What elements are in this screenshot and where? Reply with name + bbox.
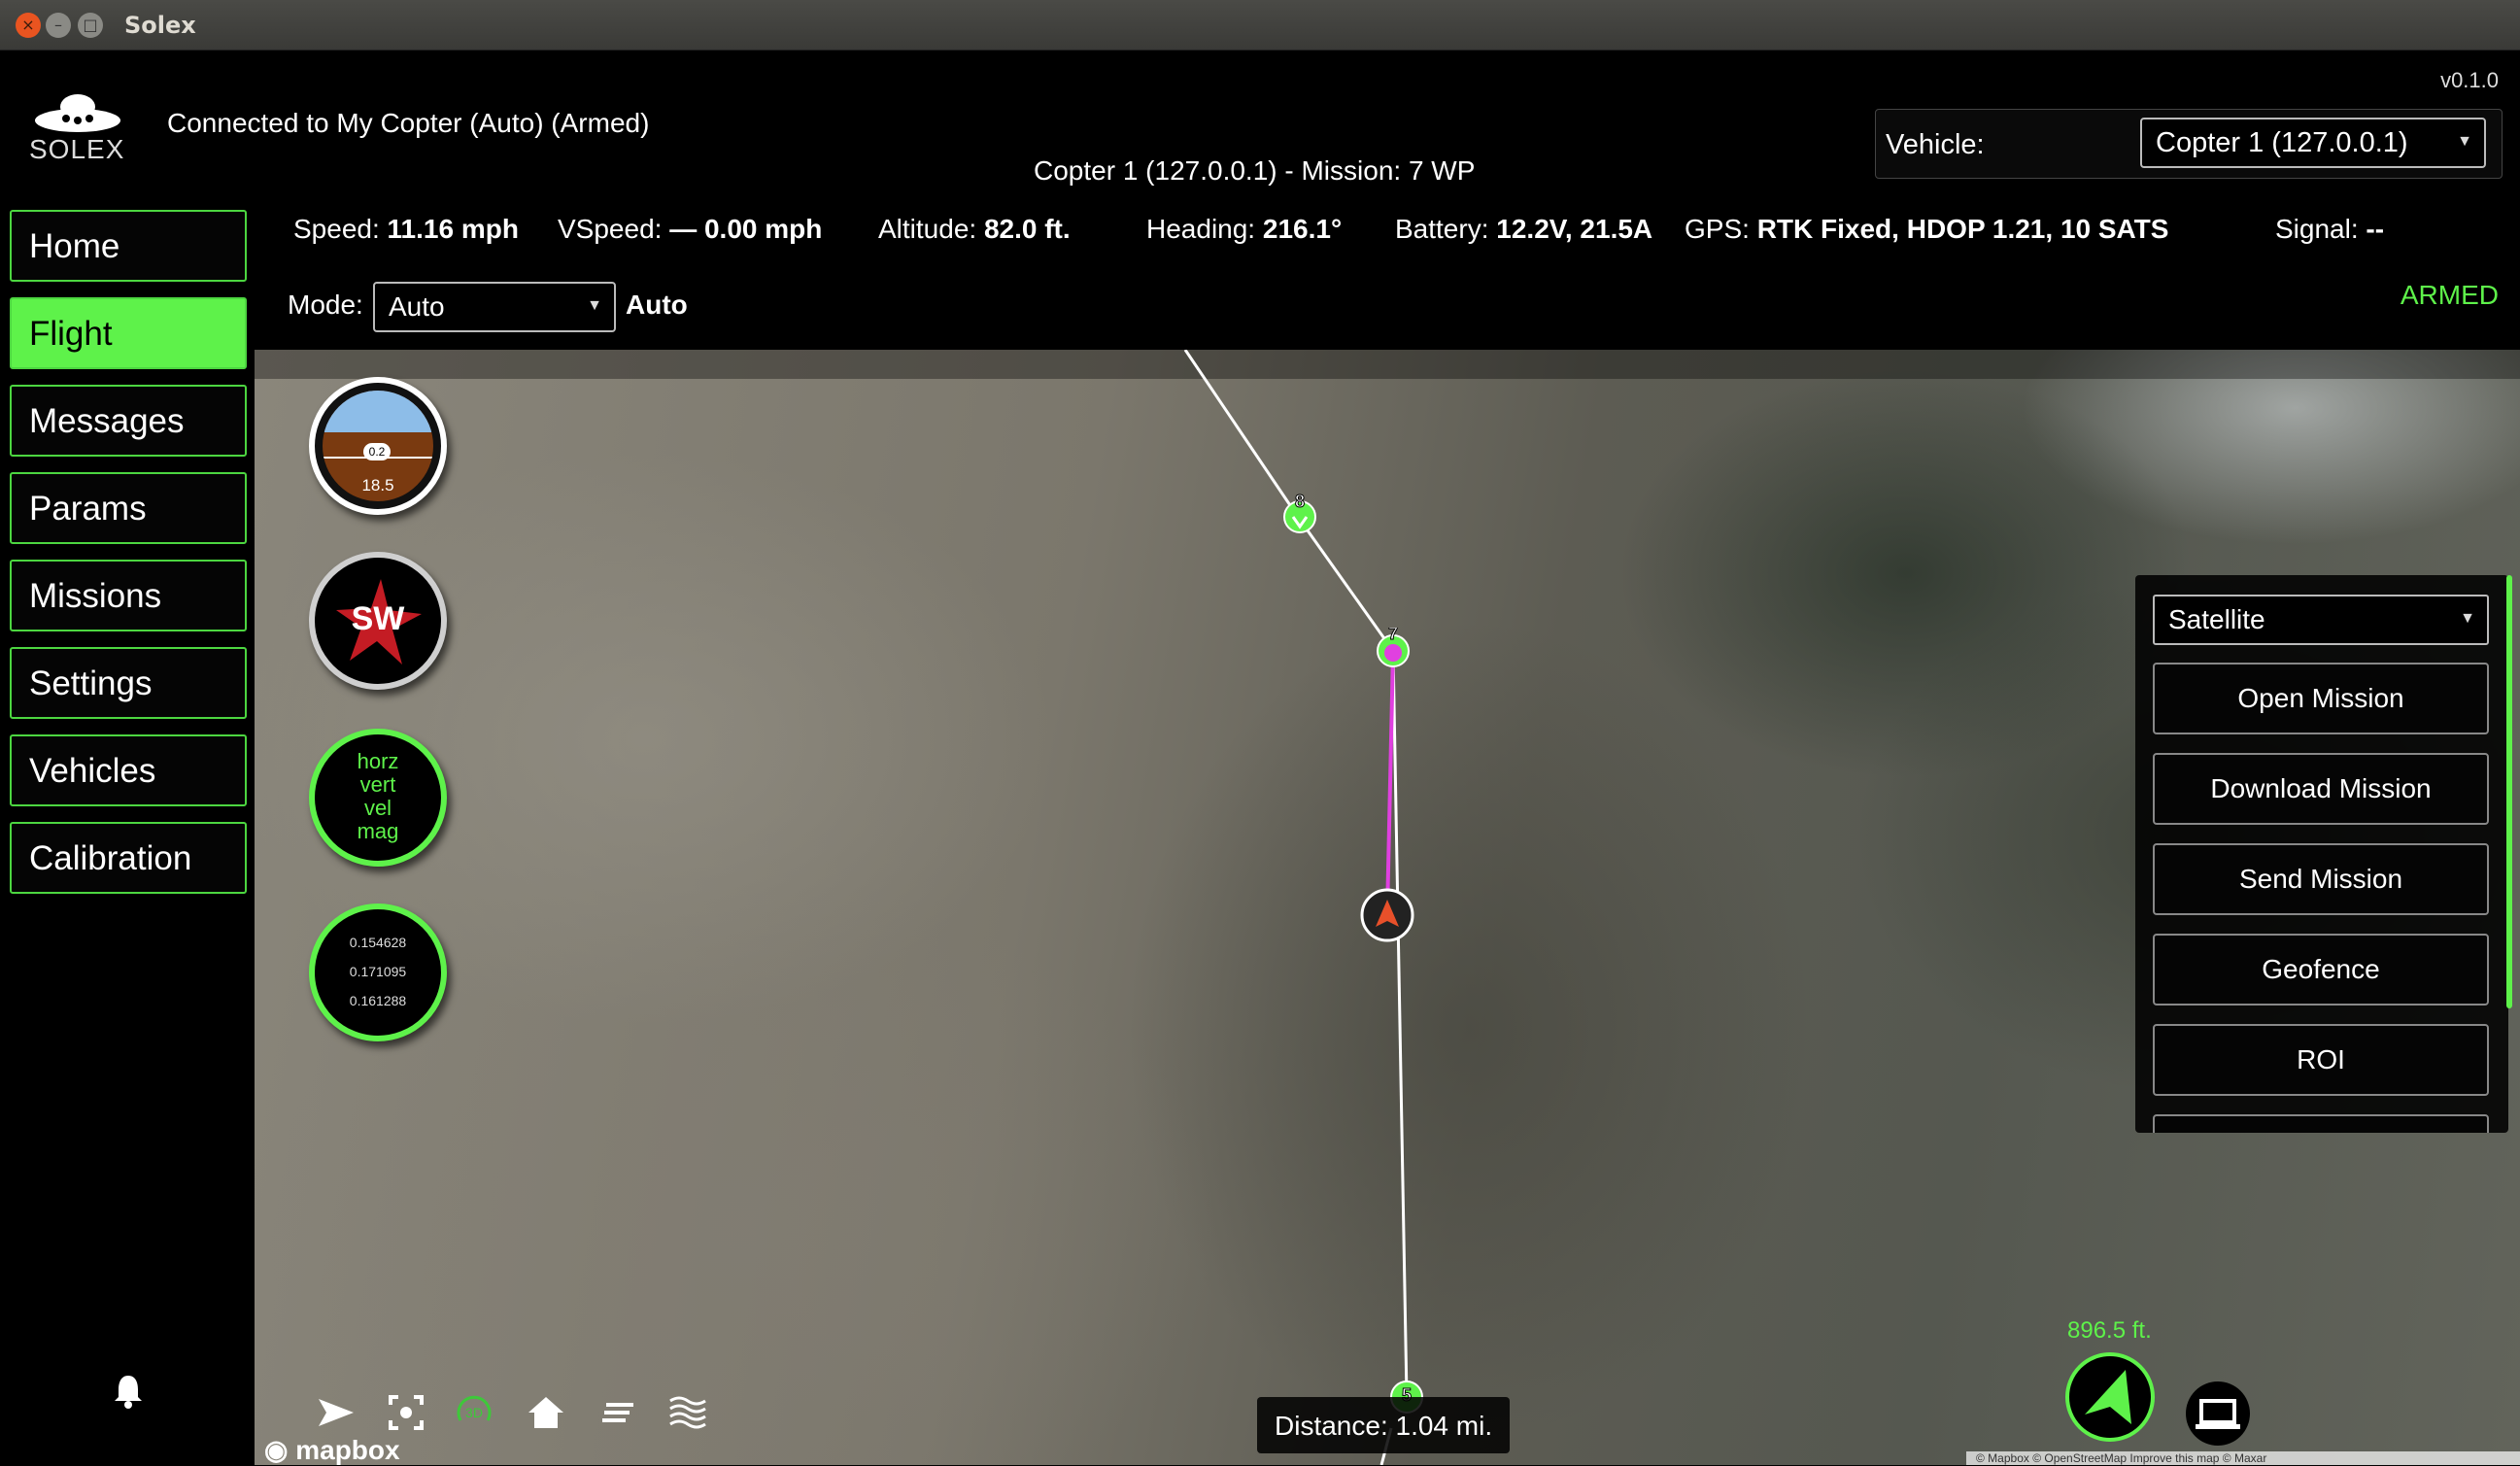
laptop-button[interactable]	[2186, 1381, 2250, 1446]
gps-stat: GPS: RTK Fixed, HDOP 1.21, 10 SATS	[1685, 214, 2169, 244]
waypoint-label: 7	[1388, 628, 1398, 643]
window-titlebar: × – □ Solex	[0, 0, 2520, 51]
signal-stat: Signal: --	[2275, 214, 2385, 244]
map-control-panel: Satellite ▼ Open Mission Download Missio…	[2135, 575, 2508, 1133]
ekf-mag: mag	[357, 819, 399, 843]
caret-down-icon: ▼	[587, 297, 602, 314]
close-window-button[interactable]: ×	[16, 13, 41, 38]
vibration-z: 0.161288	[349, 993, 407, 1008]
vibration-gauge[interactable]: 0.154628 0.171095 0.161288	[309, 903, 447, 1041]
bell-icon[interactable]	[109, 1372, 148, 1411]
mapbox-logo: ◉ mapbox	[264, 1435, 400, 1465]
sidebar-item-settings[interactable]: Settings	[10, 647, 247, 719]
send-arrow-icon[interactable]	[315, 1391, 358, 1434]
list-icon[interactable]	[596, 1391, 639, 1434]
vehicle-select[interactable]: Copter 1 (127.0.0.1) ▼	[2140, 118, 2486, 168]
sidebar-item-vehicles[interactable]: Vehicles	[10, 734, 247, 806]
logo-text: SOLEX	[29, 134, 125, 164]
mission-summary: Copter 1 (127.0.0.1) - Mission: 7 WP	[1034, 155, 1476, 186]
signal-value: --	[2366, 214, 2385, 244]
heading-arrow-icon	[2085, 1370, 2131, 1424]
vibration-x: 0.154628	[349, 935, 407, 950]
more-panel-button[interactable]	[2153, 1114, 2489, 1133]
vibration-y: 0.171095	[349, 964, 407, 979]
minimize-window-button[interactable]: –	[46, 13, 71, 38]
compass-gauge: SW	[309, 552, 447, 690]
speed-value: 11.16 mph	[387, 214, 519, 244]
vehicle-select-value: Copter 1 (127.0.0.1)	[2156, 127, 2408, 158]
sidebar: Home Flight Messages Params Missions Set…	[0, 204, 255, 1465]
window-title: Solex	[124, 12, 196, 39]
send-mission-button[interactable]: Send Mission	[2153, 843, 2489, 915]
mode-select[interactable]: Auto ▼	[373, 282, 616, 332]
sidebar-item-params[interactable]: Params	[10, 472, 247, 544]
mode-select-value: Auto	[389, 291, 445, 322]
connection-status: Connected to My Copter (Auto) (Armed)	[167, 108, 650, 138]
armed-status: ARMED	[2400, 280, 2499, 310]
caret-down-icon: ▼	[2457, 133, 2472, 150]
mapbox-mark-icon: ◉	[264, 1435, 289, 1465]
waypoint-marker-active[interactable]: 7	[1374, 628, 1413, 670]
map-type-value: Satellite	[2168, 604, 2265, 634]
speed-stat: Speed: 11.16 mph	[293, 214, 519, 244]
distance-readout: Distance: 1.04 mi.	[1257, 1397, 1511, 1453]
waypoint-label: 8	[1295, 494, 1305, 511]
focus-target-icon[interactable]	[385, 1391, 427, 1434]
ekf-status-gauge[interactable]: horz vert vel mag	[309, 729, 447, 867]
home-icon[interactable]	[525, 1391, 567, 1434]
map-attribution[interactable]: © Mapbox © OpenStreetMap Improve this ma…	[1966, 1451, 2520, 1465]
vehicle-label: Vehicle:	[1886, 129, 1985, 160]
version-label: v0.1.0	[2440, 68, 2499, 92]
maximize-window-button[interactable]: □	[78, 13, 103, 38]
attitude-indicator: 0.2 18.5	[309, 377, 447, 515]
panel-scrollbar[interactable]	[2506, 575, 2512, 1008]
laptop-icon	[2196, 1399, 2240, 1429]
sidebar-item-messages[interactable]: Messages	[10, 385, 247, 457]
vehicle-position-icon[interactable]	[1358, 886, 1416, 944]
sidebar-item-home[interactable]: Home	[10, 210, 247, 282]
geofence-button[interactable]: Geofence	[2153, 934, 2489, 1006]
gps-value: RTK Fixed, HDOP 1.21, 10 SATS	[1756, 214, 2169, 244]
attitude-pill: 0.2	[363, 443, 391, 460]
altitude-readout: 896.5 ft.	[2067, 1317, 2152, 1344]
layers-icon[interactable]	[666, 1391, 709, 1434]
vspeed-stat: VSpeed: — 0.00 mph	[558, 214, 823, 244]
download-mission-button[interactable]: Download Mission	[2153, 753, 2489, 825]
map-type-select[interactable]: Satellite ▼	[2153, 595, 2489, 645]
ekf-vel: vel	[363, 796, 392, 820]
mode-label: Mode:	[288, 290, 363, 320]
vehicle-selector-panel: Vehicle: Copter 1 (127.0.0.1) ▼	[1875, 109, 2503, 179]
open-mission-button[interactable]: Open Mission	[2153, 663, 2489, 734]
caret-down-icon: ▼	[2460, 610, 2475, 627]
ekf-vert: vert	[359, 772, 396, 797]
svg-text:3D: 3D	[465, 1405, 483, 1420]
current-mode: Auto	[626, 290, 688, 320]
heading-stat: Heading: 216.1°	[1146, 214, 1343, 244]
altitude-stat: Altitude: 82.0 ft.	[878, 214, 1071, 244]
sidebar-item-calibration[interactable]: Calibration	[10, 822, 247, 894]
roi-button[interactable]: ROI	[2153, 1024, 2489, 1096]
vspeed-value: — 0.00 mph	[669, 214, 823, 244]
heading-arrow-button[interactable]	[2065, 1352, 2155, 1442]
battery-value: 12.2V, 21.5A	[1496, 214, 1653, 244]
waypoint-marker[interactable]: 8	[1280, 494, 1319, 536]
compass-heading: SW	[351, 600, 405, 637]
attitude-altitude: 18.5	[361, 476, 394, 494]
3d-view-icon[interactable]: 3D	[453, 1391, 495, 1434]
battery-stat: Battery: 12.2V, 21.5A	[1395, 214, 1653, 244]
ekf-horz: horz	[357, 749, 399, 773]
heading-value: 216.1°	[1262, 214, 1343, 244]
altitude-value: 82.0 ft.	[983, 214, 1071, 244]
sidebar-item-flight[interactable]: Flight	[10, 297, 247, 369]
sidebar-item-missions[interactable]: Missions	[10, 560, 247, 631]
